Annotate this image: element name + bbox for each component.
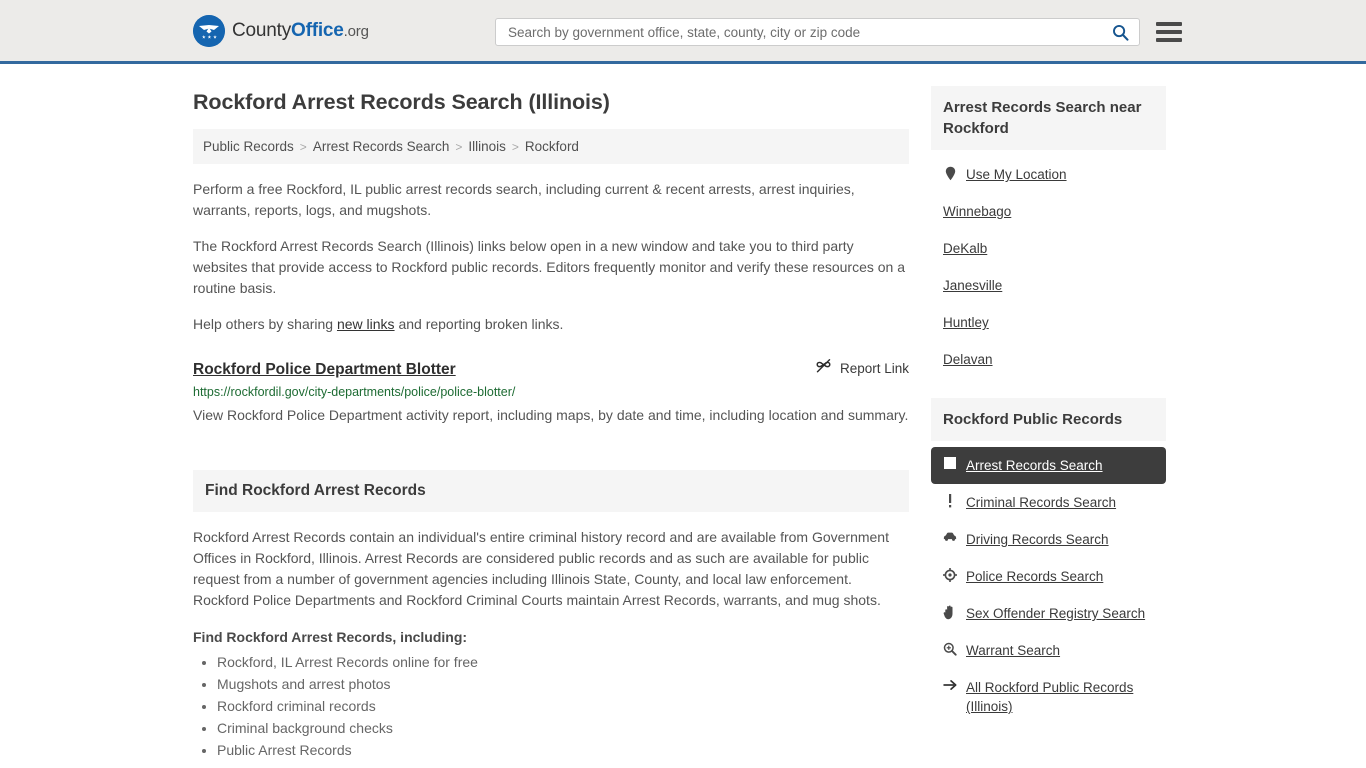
- intro-paragraph-2: The Rockford Arrest Records Search (Illi…: [193, 238, 906, 296]
- search-input[interactable]: [506, 23, 1108, 41]
- report-link-label: Report Link: [839, 360, 909, 376]
- hamburger-bar: [1156, 22, 1182, 26]
- page-title: Rockford Arrest Records Search (Illinois…: [193, 90, 610, 114]
- report-link-button[interactable]: Report Link: [815, 359, 909, 377]
- sidebar-item-police-records-search[interactable]: Police Records Search: [931, 558, 1166, 595]
- site-header: CountyOffice.org: [0, 0, 1366, 64]
- sidebar-item-huntley[interactable]: Huntley: [931, 304, 1166, 341]
- list-item: Rockford, IL Arrest Records online for f…: [217, 651, 909, 673]
- main-content: Rockford Arrest Records Search (Illinois…: [193, 64, 909, 761]
- sidebar-item-label: DeKalb: [943, 241, 988, 256]
- county-office-eagle-logo-icon: [193, 14, 225, 47]
- site-logo-text: CountyOffice.org: [232, 20, 369, 42]
- page-container: Rockford Arrest Records Search (Illinois…: [0, 64, 1366, 761]
- share-text-post: and reporting broken links.: [394, 316, 564, 332]
- breadcrumb: Public Records > Arrest Records Search >…: [193, 129, 909, 164]
- breadcrumb-item-arrest-records-search[interactable]: Arrest Records Search: [313, 139, 450, 154]
- intro-paragraph-3: Help others by sharing new links and rep…: [193, 314, 909, 335]
- intro-paragraph-1: Perform a free Rockford, IL public arres…: [193, 181, 855, 218]
- near-rockford-heading: Arrest Records Search near Rockford: [943, 99, 1142, 137]
- list-item: Rockford criminal records: [217, 695, 909, 717]
- sidebar-item-janesville[interactable]: Janesville: [931, 267, 1166, 304]
- logo-text-office: Office: [291, 19, 344, 41]
- find-records-heading: Find Rockford Arrest Records: [205, 482, 426, 499]
- sidebar-item-label: Warrant Search: [966, 643, 1061, 658]
- hand-icon: [943, 604, 957, 620]
- list-item: Mugshots and arrest photos: [217, 673, 909, 695]
- public-records-heading: Rockford Public Records: [943, 411, 1123, 428]
- hamburger-bar: [1156, 38, 1182, 42]
- list-item: Criminal background checks: [217, 717, 909, 739]
- sidebar-item-label: All Rockford Public Records (Illinois): [966, 680, 1134, 714]
- result-description: View Rockford Police Department activity…: [193, 407, 909, 423]
- sidebar-item-criminal-records-search[interactable]: Criminal Records Search: [931, 484, 1166, 521]
- breadcrumb-separator-icon: >: [299, 139, 307, 154]
- search-box[interactable]: [495, 18, 1140, 46]
- sidebar-item-label: Sex Offender Registry Search: [966, 606, 1146, 621]
- target-icon: [943, 567, 957, 582]
- find-records-list-heading: Find Rockford Arrest Records, including:: [193, 629, 468, 645]
- result-header-row: Rockford Police Department Blotter Repor…: [193, 359, 909, 379]
- breadcrumb-item-public-records[interactable]: Public Records: [203, 139, 294, 154]
- breadcrumb-item-illinois[interactable]: Illinois: [468, 139, 506, 154]
- broken-link-icon: [815, 359, 832, 377]
- sidebar-item-arrest-records-search[interactable]: Arrest Records Search: [931, 447, 1166, 484]
- breadcrumb-separator-icon: >: [511, 139, 519, 154]
- public-records-panel-header: Rockford Public Records: [931, 398, 1166, 441]
- sidebar-item-use-my-location[interactable]: Use My Location: [931, 156, 1166, 193]
- header-search-area: [495, 18, 1182, 46]
- sidebar-item-label: Janesville: [943, 278, 1003, 293]
- magnifier-plus-icon: [943, 641, 957, 656]
- find-records-section-header: Find Rockford Arrest Records: [193, 470, 909, 512]
- car-icon: [943, 530, 957, 542]
- sidebar-item-dekalb[interactable]: DeKalb: [931, 230, 1166, 267]
- find-records-list: Rockford, IL Arrest Records online for f…: [193, 651, 909, 761]
- sidebar-item-label: Police Records Search: [966, 569, 1104, 584]
- breadcrumb-separator-icon: >: [455, 139, 463, 154]
- sidebar-item-label: Delavan: [943, 352, 993, 367]
- public-records-panel-body: Arrest Records Search Criminal Records S…: [931, 441, 1166, 725]
- result-item: Rockford Police Department Blotter Repor…: [193, 359, 909, 428]
- sidebar-item-winnebago[interactable]: Winnebago: [931, 193, 1166, 230]
- hamburger-menu-icon[interactable]: [1156, 22, 1182, 42]
- sidebar: Arrest Records Search near Rockford Use …: [931, 64, 1166, 745]
- result-url: https://rockfordil.gov/city-departments/…: [193, 385, 516, 399]
- site-logo[interactable]: CountyOffice.org: [193, 14, 369, 47]
- sidebar-item-label: Huntley: [943, 315, 989, 330]
- search-icon[interactable]: [1112, 24, 1129, 41]
- sidebar-item-label: Winnebago: [943, 204, 1012, 219]
- sidebar-item-label: Criminal Records Search: [966, 495, 1117, 510]
- result-title-link[interactable]: Rockford Police Department Blotter: [193, 361, 456, 379]
- sidebar-item-label: Driving Records Search: [966, 532, 1109, 547]
- logo-text-county: County: [232, 19, 292, 41]
- near-rockford-panel: Arrest Records Search near Rockford Use …: [931, 86, 1166, 378]
- arrow-right-icon: [943, 678, 957, 691]
- sidebar-item-label: Arrest Records Search: [966, 458, 1103, 473]
- sidebar-item-sex-offender-registry-search[interactable]: Sex Offender Registry Search: [931, 595, 1166, 632]
- map-pin-icon: [943, 165, 957, 181]
- exclamation-icon: [943, 493, 957, 508]
- sidebar-item-warrant-search[interactable]: Warrant Search: [931, 632, 1166, 669]
- share-text-pre: Help others by sharing: [193, 316, 337, 332]
- sidebar-item-label: Use My Location: [966, 167, 1067, 182]
- list-item: Public Arrest Records: [217, 739, 909, 761]
- public-records-panel: Rockford Public Records Arrest Records S…: [931, 398, 1166, 725]
- sidebar-item-delavan[interactable]: Delavan: [931, 341, 1166, 378]
- new-links-link[interactable]: new links: [337, 316, 395, 332]
- sidebar-item-all-rockford-public-records[interactable]: All Rockford Public Records (Illinois): [931, 669, 1166, 725]
- hamburger-bar: [1156, 30, 1182, 34]
- breadcrumb-item-rockford[interactable]: Rockford: [525, 139, 579, 154]
- logo-text-org: .org: [343, 22, 369, 40]
- near-rockford-panel-header: Arrest Records Search near Rockford: [931, 86, 1166, 150]
- near-rockford-panel-body: Use My Location Winnebago DeKalb Janesvi…: [931, 150, 1166, 378]
- square-icon: [943, 456, 957, 469]
- find-records-paragraph: Rockford Arrest Records contain an indiv…: [193, 529, 889, 608]
- sidebar-item-driving-records-search[interactable]: Driving Records Search: [931, 521, 1166, 558]
